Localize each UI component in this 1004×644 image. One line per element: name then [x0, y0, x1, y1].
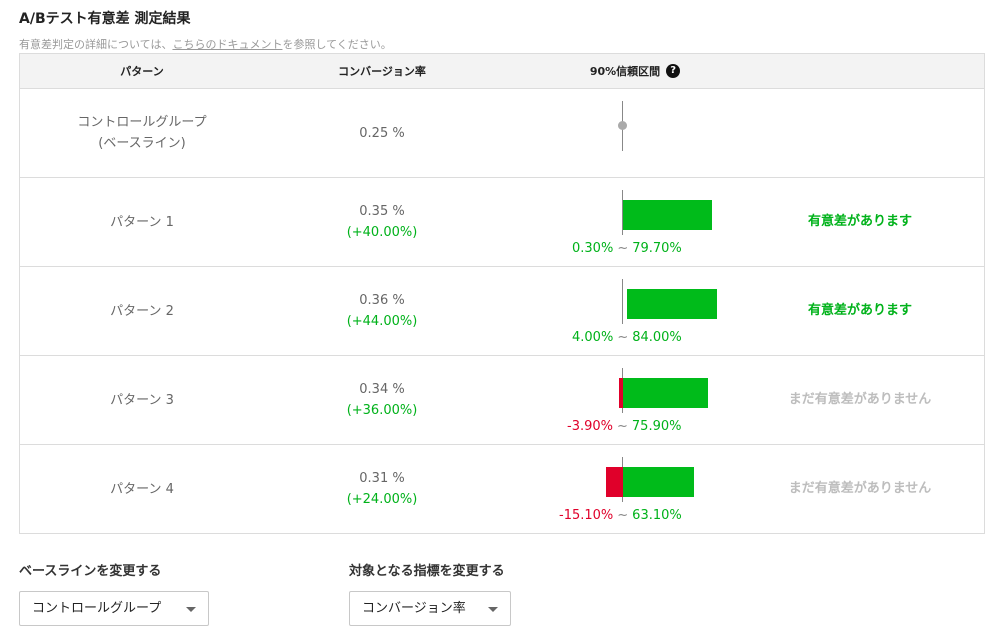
- conversion-rate-cell: 0.34 % (+36.00%): [282, 356, 482, 444]
- significance-status: まだ有意差がありません: [788, 392, 932, 407]
- ci-baseline-dot: [618, 121, 627, 130]
- ci-low-value: -15.10%: [559, 508, 614, 523]
- table-row-pattern-1: パターン 1 0.35 % (+40.00%) 0.30% ~79.70% 有意差…: [20, 178, 984, 267]
- table-header: パターン コンバージョン率 90%信頼区間?: [20, 54, 984, 89]
- chevron-down-icon: [186, 607, 196, 612]
- ci-tilde: ~: [617, 241, 629, 256]
- conversion-rate-cell: 0.35 % (+40.00%): [282, 178, 482, 266]
- column-header-conversion-rate: コンバージョン率: [338, 65, 426, 78]
- conversion-rate: 0.31 %: [359, 471, 405, 486]
- pattern-name-cell: コントロールグループ (ベースライン): [20, 89, 264, 177]
- pattern-name: コントロールグループ: [77, 115, 207, 130]
- pattern-name: パターン 3: [110, 392, 174, 408]
- ci-low-value: 4.00%: [572, 330, 614, 345]
- metric-select-label: 対象となる指標を変更する: [349, 564, 505, 579]
- confidence-interval-label: 90%信頼区間: [589, 65, 661, 78]
- ci-baseline-axis: [622, 279, 623, 324]
- conversion-rate-cell: 0.25 %: [282, 89, 482, 177]
- ci-bar-positive: [627, 289, 718, 319]
- pattern-name-cell: パターン 2: [20, 267, 264, 355]
- ci-range-label: 0.30% ~79.70%: [572, 241, 682, 256]
- ci-bar-negative: [606, 467, 623, 497]
- significance-status: 有意差があります: [807, 303, 912, 318]
- table-row-pattern-2: パターン 2 0.36 % (+44.00%) 4.00% ~84.00% 有意差…: [20, 267, 984, 356]
- chevron-down-icon: [488, 607, 498, 612]
- column-header-pattern: パターン: [120, 65, 164, 78]
- metric-select[interactable]: コンバージョン率: [349, 591, 511, 626]
- pattern-name-sub: (ベースライン): [98, 136, 186, 151]
- column-header-confidence-interval: 90%信頼区間?: [560, 54, 710, 89]
- pattern-name: パターン 4: [110, 481, 174, 497]
- ci-bar-positive: [623, 467, 694, 497]
- ci-bar-positive: [623, 200, 713, 230]
- ci-low-value: -3.90%: [567, 419, 613, 434]
- subtitle-text-before: 有意差判定の詳細については、: [19, 38, 173, 51]
- conversion-rate-cell: 0.31 % (+24.00%): [282, 445, 482, 533]
- conversion-rate: 0.36 %: [359, 293, 405, 308]
- table-row-control: コントロールグループ (ベースライン) 0.25 %: [20, 89, 984, 178]
- conversion-rate: 0.25 %: [359, 125, 405, 141]
- ci-range-label: 4.00% ~84.00%: [572, 330, 682, 345]
- table-row-pattern-3: パターン 3 0.34 % (+36.00%) -3.90% ~75.90% まだ…: [20, 356, 984, 445]
- baseline-select[interactable]: コントロールグループ: [19, 591, 209, 626]
- ci-tilde: ~: [617, 330, 629, 345]
- ci-high-value: 75.90%: [631, 419, 682, 434]
- table-row-pattern-4: パターン 4 0.31 % (+24.00%) -15.10% ~63.10% ま…: [20, 445, 984, 534]
- pattern-name-cell: パターン 1: [20, 178, 264, 266]
- pattern-name: パターン 1: [110, 214, 174, 230]
- page-title: A/Bテスト有意差 測定結果: [19, 11, 191, 27]
- ci-range-label: -15.10% ~63.10%: [559, 508, 682, 523]
- conversion-lift: (+44.00%): [346, 314, 418, 329]
- baseline-select-value: コントロールグループ: [32, 601, 162, 616]
- ci-high-value: 63.10%: [632, 508, 682, 523]
- ci-tilde: ~: [617, 508, 629, 523]
- question-circle-icon[interactable]: ?: [666, 64, 681, 78]
- ci-bar-positive: [623, 378, 708, 408]
- baseline-select-label: ベースラインを変更する: [19, 564, 162, 579]
- metric-select-value: コンバージョン率: [362, 601, 466, 616]
- conversion-rate: 0.35 %: [359, 204, 405, 219]
- pattern-name-cell: パターン 3: [20, 356, 264, 444]
- conversion-lift: (+36.00%): [346, 403, 418, 418]
- results-table: パターン コンバージョン率 90%信頼区間? コントロールグループ (ベースライ…: [19, 53, 985, 534]
- pattern-name-cell: パターン 4: [20, 445, 264, 533]
- ci-high-value: 84.00%: [632, 330, 682, 345]
- ci-tilde: ~: [617, 419, 628, 434]
- significance-status: 有意差があります: [807, 214, 912, 229]
- ci-range-label: -3.90% ~75.90%: [567, 419, 681, 434]
- significance-status: まだ有意差がありません: [788, 481, 932, 496]
- pattern-name: パターン 2: [110, 303, 174, 319]
- conversion-lift: (+24.00%): [346, 492, 418, 507]
- conversion-rate-cell: 0.36 % (+44.00%): [282, 267, 482, 355]
- documentation-link[interactable]: こちらのドキュメント: [172, 38, 282, 51]
- ci-low-value: 0.30%: [572, 241, 614, 256]
- subtitle-text-after: を参照してください。: [282, 38, 392, 51]
- ci-high-value: 79.70%: [632, 241, 682, 256]
- conversion-lift: (+40.00%): [346, 225, 418, 240]
- conversion-rate: 0.34 %: [359, 382, 405, 397]
- page-subtitle: 有意差判定の詳細については、こちらのドキュメントを参照してください。: [19, 36, 392, 52]
